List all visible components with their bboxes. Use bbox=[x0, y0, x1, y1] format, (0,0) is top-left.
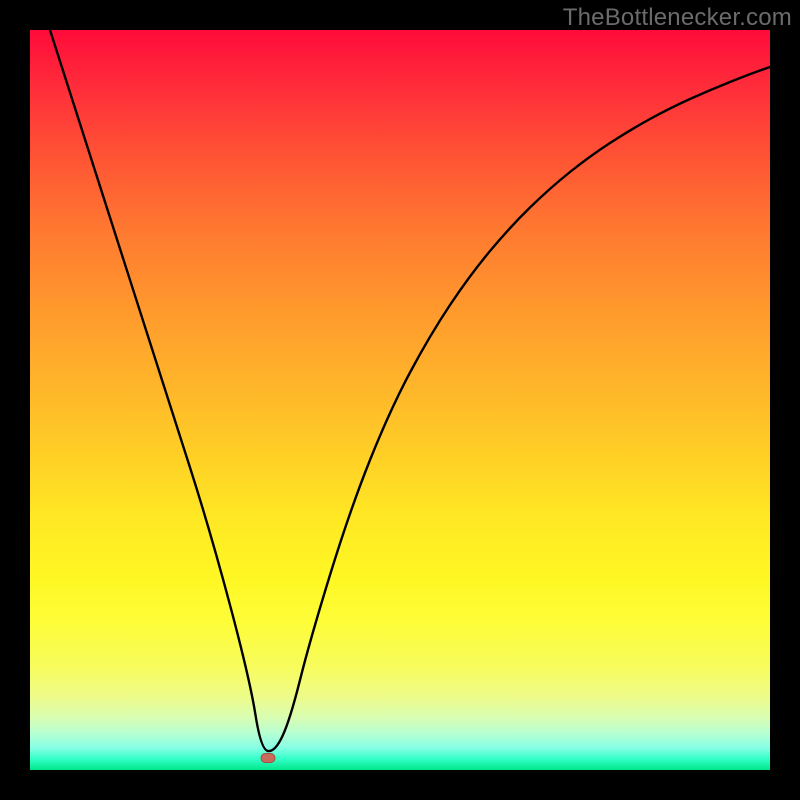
min-marker bbox=[261, 754, 275, 763]
chart-svg bbox=[30, 30, 770, 770]
watermark-text: TheBottlenecker.com bbox=[563, 4, 792, 32]
curve-line bbox=[50, 30, 770, 751]
chart-frame: TheBottlenecker.com bbox=[0, 0, 800, 800]
plot-area bbox=[30, 30, 770, 770]
